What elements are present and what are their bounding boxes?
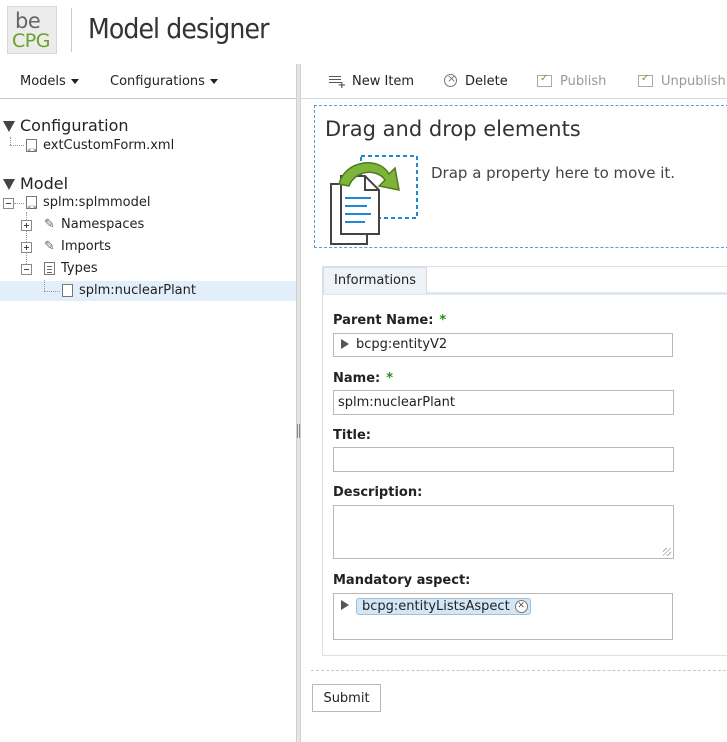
header-divider [71, 8, 72, 52]
drag-drop-zone[interactable]: Drag and drop elements Drap a property h… [314, 105, 727, 248]
tree-node-label: Types [61, 261, 98, 276]
expand-icon[interactable] [21, 242, 32, 253]
new-item-icon [329, 74, 346, 91]
publish-button[interactable]: Publish [537, 73, 607, 89]
file-icon [62, 284, 73, 297]
tree-node-label: Imports [61, 239, 111, 254]
tree-connector [44, 291, 60, 292]
tree-node-extcustomform[interactable]: extCustomForm.xml [26, 136, 175, 161]
tree-node-namespaces[interactable]: ✎ Namespaces [44, 215, 144, 235]
unpublish-button[interactable]: Unpublish [638, 73, 726, 89]
right-toolbar: New Item Delete Publish Unpublish [301, 64, 727, 99]
required-mark: * [386, 371, 394, 386]
resize-grip-icon[interactable] [663, 548, 671, 556]
parent-name-value: bcpg:entityV2 [356, 337, 448, 352]
properties-form: Informations Parent Name: * bcpg:entityV2… [322, 266, 727, 656]
logo-text-bottom: CPG [12, 30, 50, 52]
tree-connector [10, 145, 24, 146]
mandatory-aspect-label: Mandatory aspect: [333, 573, 471, 588]
splitter-grip-icon[interactable] [297, 424, 300, 438]
new-item-button[interactable]: New Item [329, 74, 415, 91]
tree-node-imports[interactable]: ✎ Imports [44, 237, 111, 257]
required-mark: * [439, 313, 447, 328]
parent-name-picker[interactable]: bcpg:entityV2 [333, 333, 673, 357]
app-header: be CPG Model designer [0, 0, 727, 62]
name-label-text: Name: [333, 371, 381, 386]
collapse-icon[interactable] [3, 198, 14, 209]
form-separator [311, 670, 727, 671]
name-label: Name: * [333, 371, 393, 386]
tree-node-label: extCustomForm.xml [43, 138, 175, 153]
delete-label: Delete [465, 74, 508, 89]
expand-triangle-icon[interactable] [3, 121, 15, 132]
tree-node-label: Namespaces [61, 217, 145, 232]
expand-triangle-icon[interactable] [3, 179, 15, 190]
tree-node-label: splm:nuclearPlant [79, 283, 196, 298]
tree-connector [14, 203, 24, 204]
drag-documents-icon [330, 155, 418, 245]
left-toolbar: Models Configurations [0, 64, 297, 99]
configurations-menu-label: Configurations [110, 74, 205, 89]
name-input[interactable] [333, 390, 674, 415]
model-tree: Configuration extCustomForm.xml Model sp… [0, 100, 297, 742]
unpublish-label: Unpublish [661, 74, 726, 89]
expand-icon[interactable] [21, 220, 32, 231]
new-item-label: New Item [352, 74, 415, 89]
logo-text-top: be [15, 9, 41, 33]
publish-label: Publish [560, 74, 607, 89]
caret-down-icon [209, 79, 218, 84]
becpg-logo[interactable]: be CPG [7, 6, 57, 54]
title-input[interactable] [333, 447, 674, 472]
tag-icon: ✎ [44, 217, 55, 232]
expand-triangle-icon[interactable] [341, 339, 349, 349]
unpublish-icon [638, 73, 653, 87]
tree-section-label: Configuration [20, 116, 129, 135]
tree-node-label: splm:splmmodel [43, 195, 151, 210]
dropzone-text: Drap a property here to move it. [431, 164, 676, 182]
configurations-menu-button[interactable]: Configurations [110, 74, 218, 89]
xml-file-icon [26, 139, 37, 161]
models-menu-button[interactable]: Models [20, 74, 79, 89]
tree-section-label: Model [20, 174, 69, 193]
aspect-chip[interactable]: bcpg:entityListsAspect ✕ [356, 598, 531, 615]
title-label: Title: [333, 428, 372, 443]
caret-down-icon [70, 79, 79, 84]
remove-chip-icon[interactable]: ✕ [514, 600, 528, 613]
form-tab-bar: Informations [323, 267, 727, 295]
mandatory-aspect-picker[interactable]: bcpg:entityListsAspect ✕ [333, 593, 673, 640]
collapse-icon[interactable] [21, 264, 32, 275]
tree-node-types[interactable]: Types [44, 259, 98, 279]
tree-connector [10, 137, 11, 145]
tree-node-splmmodel[interactable]: splm:splmmodel [26, 193, 151, 218]
parent-name-label: Parent Name: * [333, 313, 446, 328]
description-label: Description: [333, 485, 423, 500]
parent-name-label-text: Parent Name: [333, 313, 434, 328]
tree-section-model[interactable]: Model [3, 174, 68, 193]
xml-file-icon [26, 196, 37, 218]
submit-button[interactable]: Submit [312, 684, 381, 712]
description-textarea[interactable] [333, 505, 674, 559]
dropzone-title: Drag and drop elements [325, 117, 581, 141]
tag-icon: ✎ [44, 239, 55, 254]
list-icon [44, 262, 55, 275]
delete-icon [444, 72, 457, 87]
models-menu-label: Models [20, 74, 66, 89]
expand-triangle-icon[interactable] [341, 600, 349, 610]
aspect-chip-label: bcpg:entityListsAspect [362, 599, 510, 614]
tree-connector [44, 280, 45, 291]
publish-icon [537, 73, 552, 87]
panel-splitter[interactable] [296, 64, 301, 742]
tree-section-configuration[interactable]: Configuration [3, 116, 129, 135]
page-title: Model designer [88, 12, 269, 45]
delete-button[interactable]: Delete [444, 72, 508, 89]
tab-informations[interactable]: Informations [323, 267, 428, 294]
